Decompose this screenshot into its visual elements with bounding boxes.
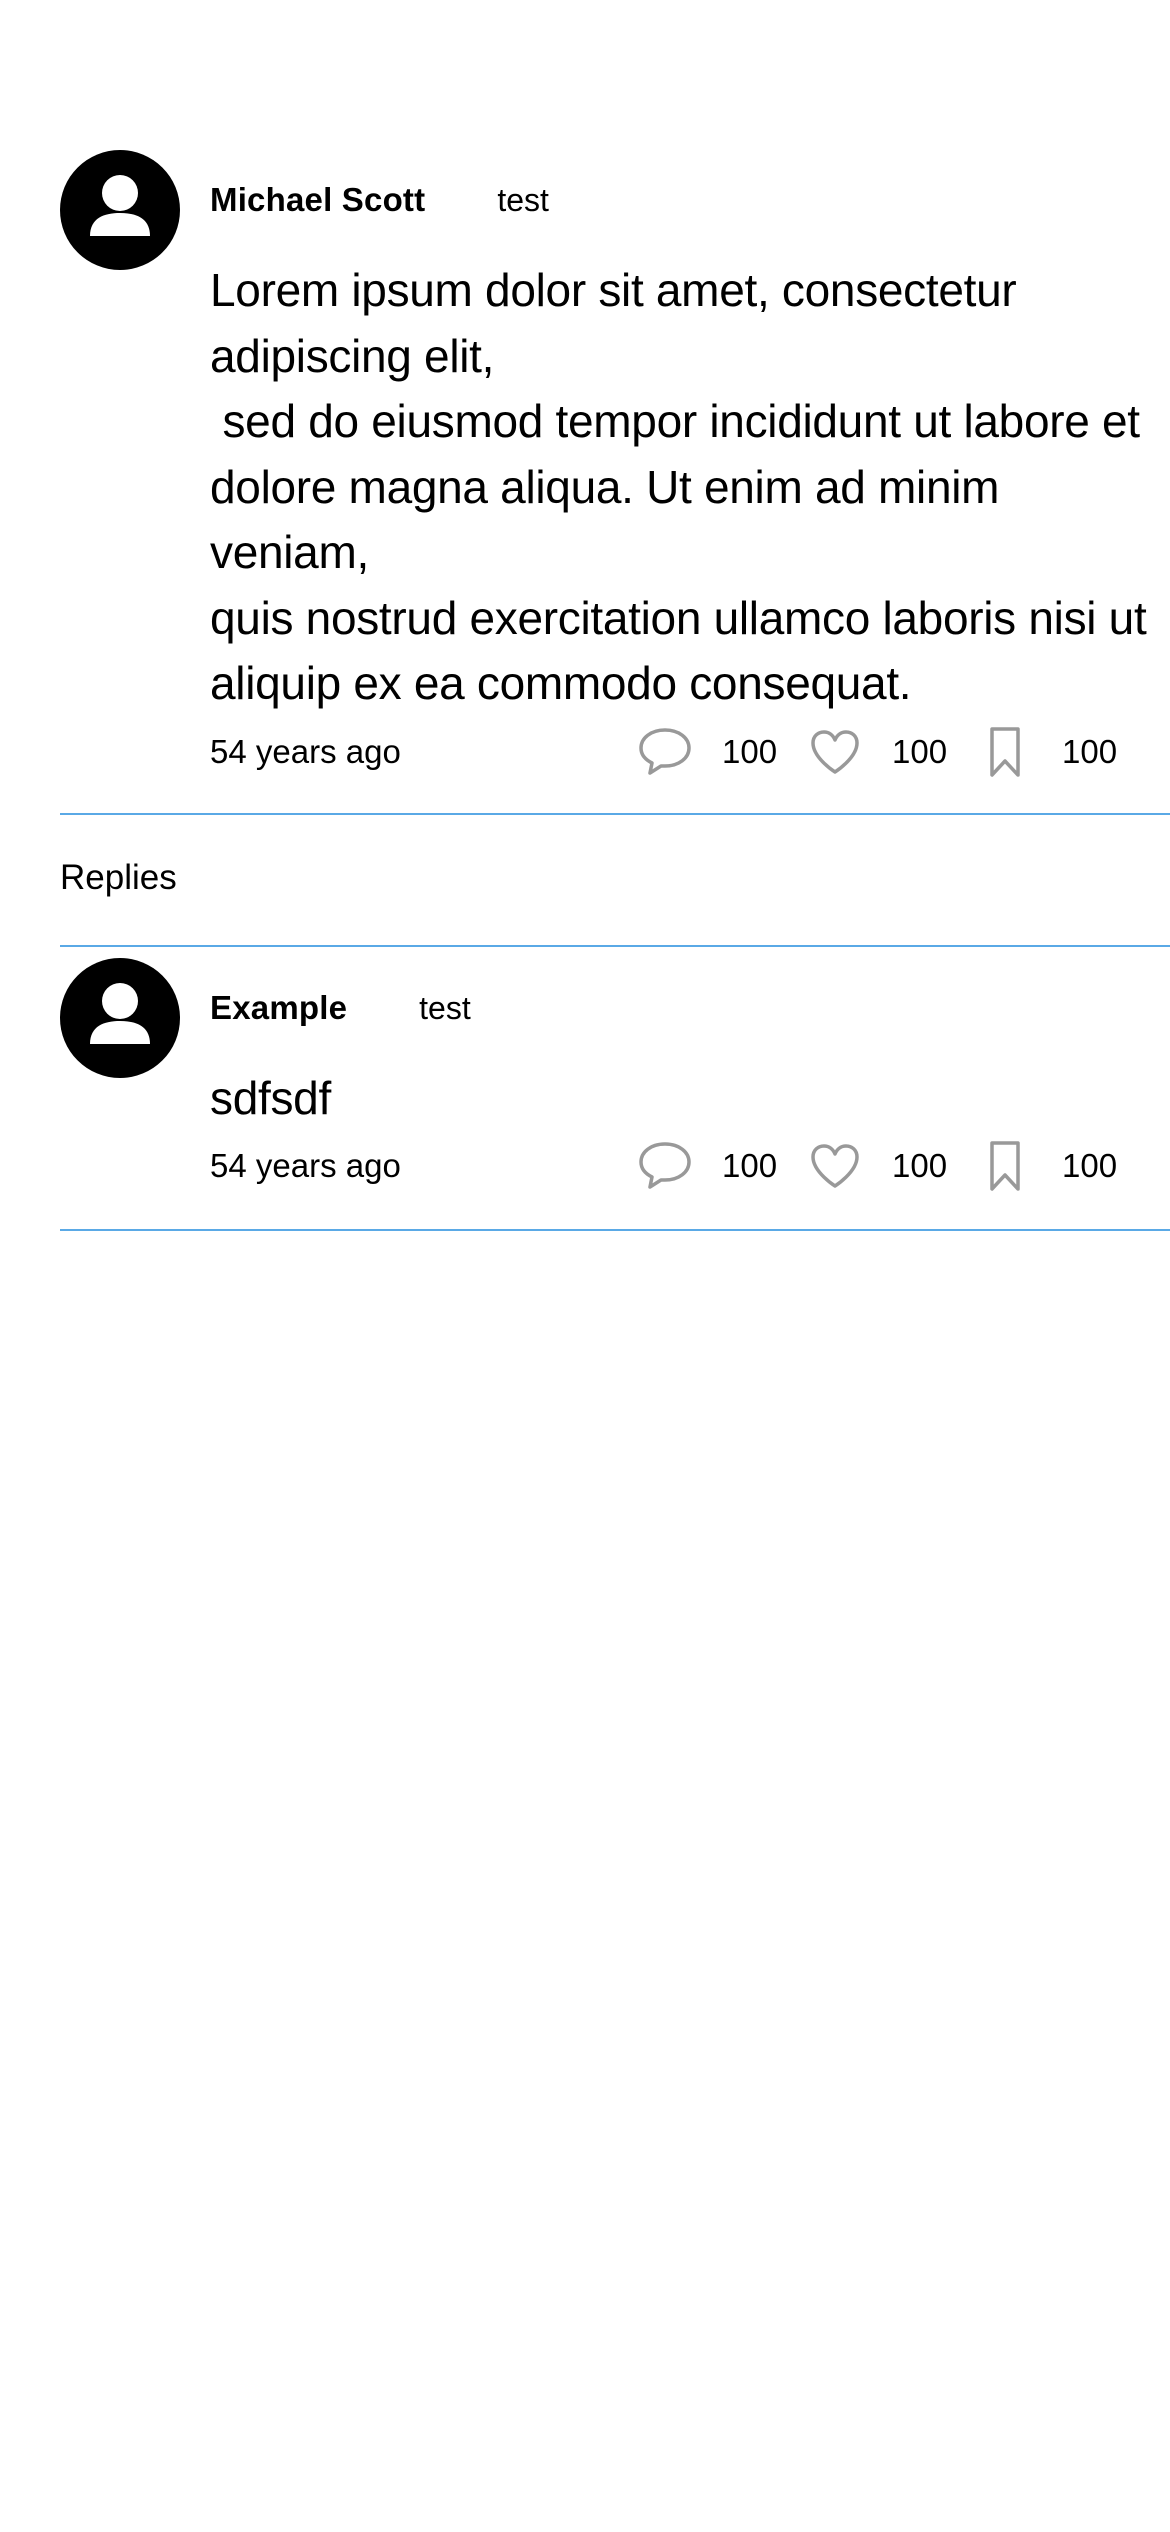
reply-body: sdfsdf (210, 1072, 331, 1124)
author-handle[interactable]: test (419, 990, 471, 1027)
comment-count: 100 (722, 1147, 778, 1184)
like-count: 100 (892, 733, 948, 770)
comment-button[interactable]: 100 (636, 723, 778, 781)
divider (60, 945, 1170, 947)
bookmark-button[interactable]: 100 (976, 1137, 1118, 1195)
post-footer: 54 years ago 100 100 100 (210, 722, 1170, 782)
bookmark-icon (976, 1137, 1034, 1195)
bookmark-button[interactable]: 100 (976, 723, 1118, 781)
post-body: Lorem ipsum dolor sit amet, consectetur … (210, 264, 1147, 709)
divider (60, 813, 1170, 815)
user-avatar-icon (90, 175, 150, 236)
replies-heading: Replies (60, 858, 177, 897)
post-header: Michael Scott test (210, 150, 549, 250)
reply-actions: 100 100 100 (636, 1137, 1118, 1195)
heart-icon (806, 723, 864, 781)
post-actions: 100 100 100 (636, 723, 1118, 781)
author-handle[interactable]: test (497, 182, 549, 219)
like-button[interactable]: 100 (806, 1137, 948, 1195)
reply-footer: 54 years ago 100 100 100 (210, 1136, 1170, 1196)
comment-button[interactable]: 100 (636, 1137, 778, 1195)
heart-icon (806, 1137, 864, 1195)
reply-timestamp: 54 years ago (210, 1147, 401, 1184)
bookmark-count: 100 (1062, 733, 1118, 770)
comment-count: 100 (722, 733, 778, 770)
speech-bubble-icon (636, 723, 694, 781)
user-avatar-icon (90, 983, 150, 1044)
divider (60, 1229, 1170, 1231)
post-timestamp: 54 years ago (210, 733, 401, 770)
like-count: 100 (892, 1147, 948, 1184)
bookmark-icon (976, 723, 1034, 781)
author-name[interactable]: Example (210, 989, 347, 1027)
avatar[interactable] (60, 150, 180, 270)
like-button[interactable]: 100 (806, 723, 948, 781)
reply-header: Example test (210, 958, 471, 1058)
speech-bubble-icon (636, 1137, 694, 1195)
author-name[interactable]: Michael Scott (210, 181, 425, 219)
avatar[interactable] (60, 958, 180, 1078)
bookmark-count: 100 (1062, 1147, 1118, 1184)
